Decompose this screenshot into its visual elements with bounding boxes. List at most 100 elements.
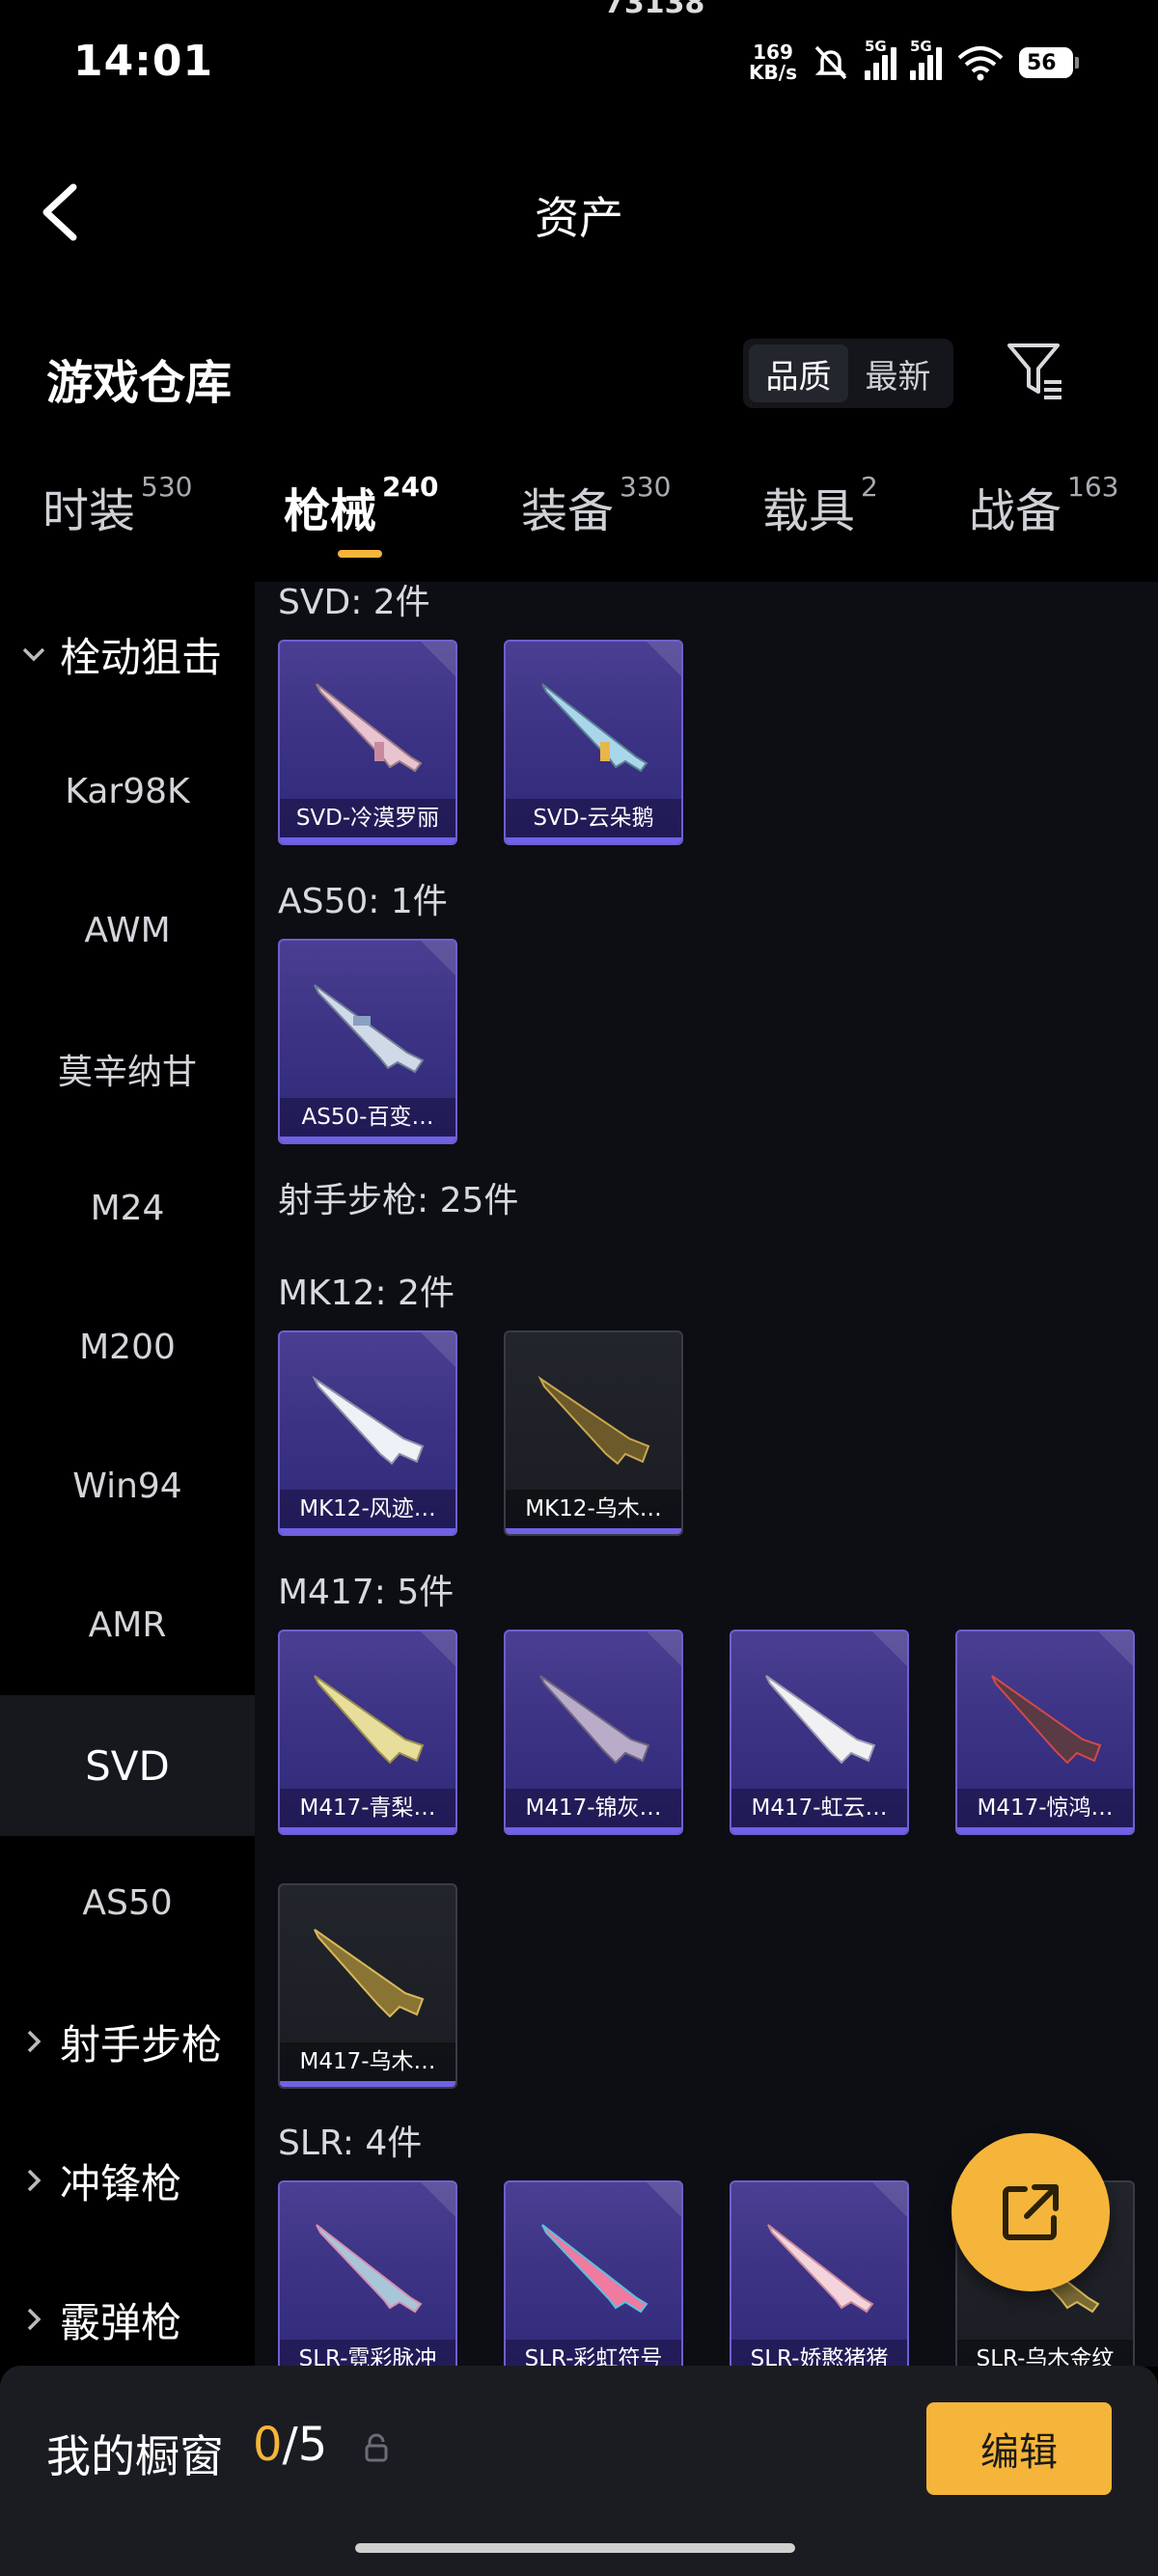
rifle-icon (314, 984, 425, 1074)
weapon-card-label: M417-锦灰… (506, 1789, 681, 1827)
status-time: 14:01 (73, 37, 214, 86)
rifle-icon (316, 2224, 423, 2314)
rifle-icon (314, 1929, 425, 2018)
signal-icon: 5G (865, 38, 896, 80)
weapon-card-label: SLR-彩虹符号 (506, 2340, 681, 2367)
sidebar-category-label: 栓动狙击 (60, 633, 223, 681)
weapon-card[interactable]: MK12-乌木… (504, 1330, 683, 1536)
rifle-icon (767, 2224, 874, 2314)
tab-vehicles[interactable]: 载具 2 (762, 471, 878, 540)
weapon-card-label: MK12-乌木… (506, 1490, 681, 1528)
weapon-card[interactable]: M417-惊鸿… (955, 1630, 1135, 1835)
weapon-card-label: M417-惊鸿… (957, 1789, 1133, 1827)
weapon-card-label: M417-乌木… (280, 2042, 455, 2081)
chevron-right-icon (19, 2307, 48, 2332)
sort-toggle: 品质 最新 (743, 339, 953, 408)
sort-quality[interactable]: 品质 (749, 344, 848, 402)
sidebar-category-smg[interactable]: 冲锋枪 (19, 2132, 181, 2229)
rifle-icon (312, 1376, 425, 1466)
network-speed-unit: KB/s (749, 61, 797, 84)
weapon-card[interactable]: M417-锦灰… (504, 1630, 683, 1835)
rifle-icon (538, 1376, 650, 1466)
weapon-card-label: SLR-乌木金纹 (957, 2340, 1133, 2367)
tab-label: 战备 (969, 484, 1062, 538)
sidebar-item-amr[interactable]: AMR (0, 1576, 255, 1673)
tab-equipment[interactable]: 装备 330 (521, 471, 672, 540)
showcase-label: 我的橱窗 (46, 2430, 224, 2482)
chevron-right-icon (19, 2168, 48, 2193)
tab-count: 163 (1067, 471, 1119, 503)
weapon-card-label: SVD-云朵鹅 (506, 799, 681, 837)
weapon-card-label: AS50-百变… (280, 1098, 455, 1137)
sidebar-item-awm[interactable]: AWM (0, 882, 255, 978)
lock-icon (365, 2433, 388, 2462)
tab-count: 330 (620, 471, 672, 503)
weapon-card[interactable]: M417-青梨… (278, 1630, 457, 1835)
section-title-slr: SLR: 4件 (278, 2124, 423, 2163)
share-button[interactable] (951, 2133, 1110, 2291)
sidebar-category-label: 霰弹枪 (60, 2298, 182, 2346)
sidebar-item-svd[interactable]: SVD (0, 1695, 255, 1836)
network-speed: 169 KB/s (749, 42, 797, 83)
sidebar-item-kar98k[interactable]: Kar98K (0, 743, 255, 839)
edit-button[interactable]: 编辑 (926, 2402, 1112, 2495)
network-speed-value: 169 (753, 41, 793, 64)
status-center-text: 73138 (604, 0, 705, 20)
share-icon (1003, 2184, 1059, 2240)
tab-label: 时装 (42, 484, 136, 538)
sidebar-category-label: 冲锋枪 (60, 2159, 182, 2207)
tab-outfit[interactable]: 时装 530 (42, 471, 192, 540)
weapon-card[interactable]: M417-乌木… (278, 1883, 457, 2089)
wifi-icon (957, 46, 1004, 81)
sidebar-category-shotgun[interactable]: 霰弹枪 (19, 2271, 181, 2368)
page-title: 资产 (535, 192, 623, 244)
sidebar-item-win94[interactable]: Win94 (0, 1438, 255, 1534)
section-title-svd: SVD: 2件 (278, 583, 430, 622)
home-indicator[interactable] (355, 2543, 795, 2553)
chevron-right-icon (19, 2029, 48, 2054)
weapon-card[interactable]: AS50-百变… (278, 939, 457, 1144)
rifle-icon (316, 683, 423, 773)
sidebar-category-dmr[interactable]: 射手步枪 (19, 1993, 222, 2090)
status-icons: 169 KB/s 5G 5G 56 (749, 38, 1079, 87)
weapon-card[interactable]: SVD-云朵鹅 (504, 640, 683, 845)
battery-icon: 56 (1019, 47, 1079, 78)
weapon-card-label: MK12-风迹… (280, 1490, 455, 1528)
weapon-card[interactable]: M417-虹云… (730, 1630, 909, 1835)
rifle-icon (539, 1675, 650, 1765)
weapon-card-label: M417-青梨… (280, 1789, 455, 1827)
weapon-grid: SVD: 2件 SVD-冷漠罗丽 SVD-云朵鹅 AS50: 1件 AS50-百… (255, 582, 1158, 2367)
tab-label: 装备 (521, 484, 615, 538)
category-tabs: 时装 530 枪械 240 装备 330 载具 2 战备 163 (0, 471, 1158, 569)
section-title-dmr: 射手步枪: 25件 (278, 1181, 519, 1220)
rifle-icon (991, 1675, 1102, 1765)
rifle-icon (541, 2224, 648, 2314)
section-title-m417: M417: 5件 (278, 1573, 455, 1612)
mute-icon (814, 45, 847, 80)
weapon-card[interactable]: SLR-娇憨猪猪 (730, 2180, 909, 2367)
sidebar-category-label: 射手步枪 (60, 2020, 223, 2069)
section-title-as50: AS50: 1件 (278, 882, 448, 921)
sidebar-item-mosin[interactable]: 莫辛纳甘 (0, 1021, 255, 1117)
showcase-current: 0 (253, 2418, 283, 2472)
signal-icon-2: 5G (910, 38, 942, 80)
sort-newest[interactable]: 最新 (848, 344, 948, 402)
showcase-total: /5 (282, 2418, 328, 2472)
chevron-down-icon (19, 646, 48, 662)
tab-supplies[interactable]: 战备 163 (969, 471, 1119, 540)
sidebar-category-bolt-sniper[interactable]: 栓动狙击 (19, 606, 222, 702)
weapon-card[interactable]: MK12-风迹… (278, 1330, 457, 1536)
weapon-card-label: SLR-娇憨猪猪 (731, 2340, 907, 2367)
weapon-card[interactable]: SLR-霓彩脉冲 (278, 2180, 457, 2367)
weapon-card[interactable]: SLR-彩虹符号 (504, 2180, 683, 2367)
section-title-mk12: MK12: 2件 (278, 1274, 455, 1313)
network-type-2: 5G (910, 38, 932, 55)
filter-button[interactable] (1004, 340, 1067, 403)
sidebar-item-m24[interactable]: M24 (0, 1160, 255, 1256)
sidebar-item-m200[interactable]: M200 (0, 1299, 255, 1395)
sidebar-item-as50[interactable]: AS50 (0, 1854, 255, 1951)
rifle-icon (541, 683, 648, 773)
filter-icon (1007, 343, 1062, 399)
weapon-card[interactable]: SVD-冷漠罗丽 (278, 640, 457, 845)
tab-guns[interactable]: 枪械 240 (284, 471, 438, 540)
